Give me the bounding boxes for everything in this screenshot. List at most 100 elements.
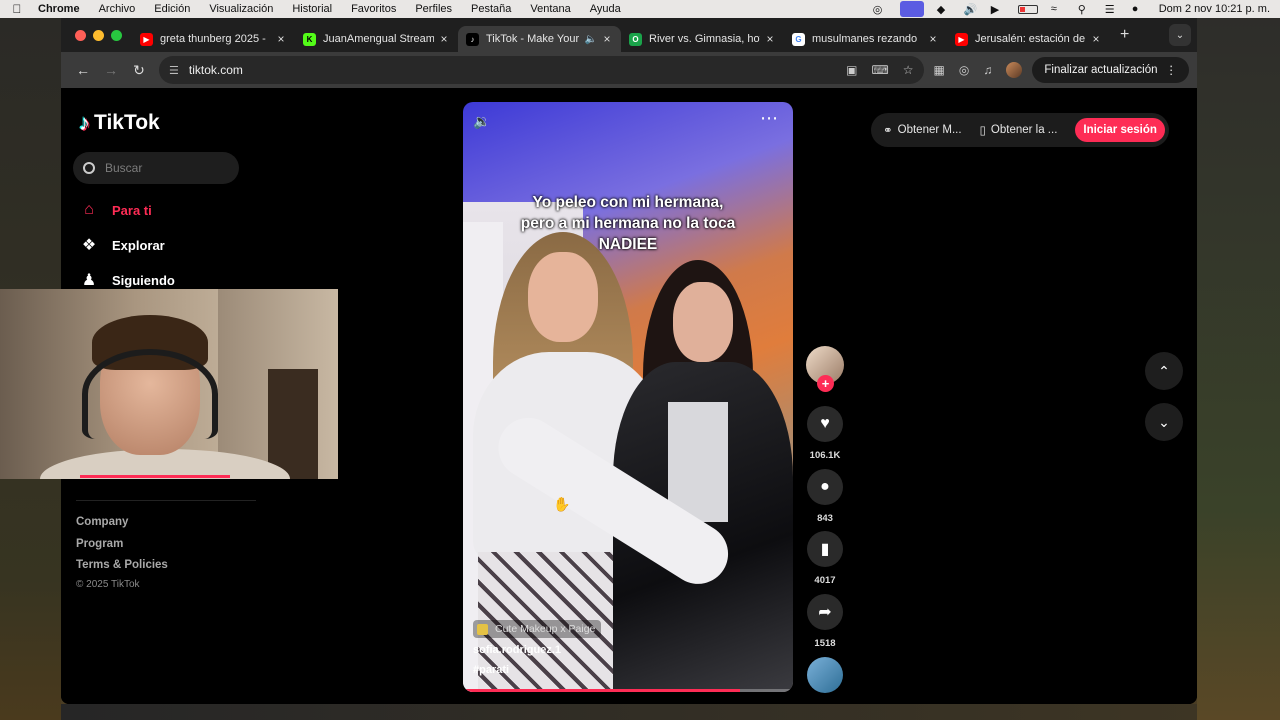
siri-icon[interactable]: ● [1132, 3, 1146, 15]
menu-visualizacion[interactable]: Visualización [209, 3, 273, 15]
video-author-username[interactable]: sofia.rodriguez.1 [473, 644, 561, 656]
get-mobile-app-button[interactable]: ▯ Obtener la ... [980, 123, 1058, 137]
menu-ayuda[interactable]: Ayuda [590, 3, 621, 15]
get-desktop-app-button[interactable]: ⚭ Obtener M... [883, 123, 962, 137]
play-icon[interactable]: ▶ [991, 3, 1005, 16]
tab-search-chevron-icon[interactable]: ⌄ [1169, 24, 1191, 46]
footer-company-link[interactable]: Company [76, 516, 128, 528]
music-disc-avatar[interactable] [807, 657, 843, 693]
more-options-icon[interactable]: ⋯ [760, 108, 779, 129]
reload-icon[interactable]: ↻ [125, 56, 153, 84]
caption-line-3: NADIEE [598, 236, 658, 253]
compass-icon: ❖ [81, 237, 97, 254]
media-controls-icon[interactable]: ♫ [983, 63, 992, 77]
menu-ventana[interactable]: Ventana [530, 3, 570, 15]
tab-river-vs-gimnasia[interactable]: O River vs. Gimnasia, hoy × [621, 26, 784, 52]
address-bar[interactable]: ☰ tiktok.com ▣ ⌨ ☆ [159, 56, 924, 84]
tiktok-logo[interactable]: ♪ TikTok [79, 110, 160, 136]
update-chrome-button[interactable]: Finalizar actualización ⋮ [1032, 57, 1189, 83]
tab-audio-icon[interactable]: 🔈 [585, 34, 597, 45]
control-center-icon[interactable]: ☰ [1105, 3, 1119, 16]
url-text[interactable]: tiktok.com [189, 63, 243, 77]
close-tab-icon[interactable]: × [438, 32, 450, 46]
tab-juanamengual-stream[interactable]: K JuanAmengual Stream × [295, 26, 458, 52]
volume-icon[interactable]: 🔉 [473, 113, 495, 131]
music-note-icon [477, 623, 488, 635]
kick-icon: K [303, 32, 316, 46]
spotlight-search-icon[interactable]: ⚲ [1078, 3, 1092, 16]
performance-icon[interactable]: ◎ [959, 63, 969, 77]
search-input[interactable]: Buscar [73, 152, 239, 184]
share-button[interactable]: ➦ [807, 594, 843, 630]
minimize-window-icon[interactable] [93, 29, 104, 41]
tab-greta-thunberg[interactable]: ▶ greta thunberg 2025 - × [132, 26, 295, 52]
video-caption-overlay: Yo peleo con mi hermana, pero a mi herma… [463, 192, 793, 255]
nav-explore[interactable]: ❖ Explorar [79, 235, 165, 255]
menu-pestana[interactable]: Pestaña [471, 3, 511, 15]
music-tag[interactable]: Cute Makeup x Paige [473, 620, 602, 638]
menu-perfiles[interactable]: Perfiles [415, 3, 452, 15]
profile-avatar[interactable] [1006, 62, 1023, 78]
nav-following[interactable]: ♟ Siguiendo [79, 270, 175, 290]
following-icon: ♟ [81, 272, 97, 289]
search-icon [83, 162, 95, 174]
new-tab-icon[interactable]: + [1120, 26, 1129, 44]
video-player[interactable]: Yo peleo con mi hermana, pero a mi herma… [463, 102, 793, 692]
translate-icon[interactable]: ⌨ [871, 63, 888, 77]
save-button[interactable]: ▮ [807, 531, 843, 567]
close-tab-icon[interactable]: × [764, 32, 776, 46]
maximize-window-icon[interactable] [111, 29, 122, 41]
follow-plus-icon[interactable]: + [817, 375, 834, 392]
like-button[interactable]: ♥ [807, 406, 843, 442]
footer-program-link[interactable]: Program [76, 538, 123, 550]
apple-menu-icon[interactable]:  [10, 2, 24, 16]
menu-favoritos[interactable]: Favoritos [351, 3, 396, 15]
menu-archivo[interactable]: Archivo [99, 3, 136, 15]
next-video-button[interactable]: ⌄ [1145, 403, 1183, 441]
menu-bar-clock[interactable]: Dom 2 nov 10:21 p. m. [1159, 3, 1270, 15]
headset-icon [82, 349, 218, 439]
save-count: 4017 [814, 575, 836, 586]
battery-icon[interactable] [1017, 4, 1038, 14]
close-tab-icon[interactable]: × [927, 32, 939, 46]
close-tab-icon[interactable]: × [601, 32, 613, 46]
chevron-down-icon: ⌄ [1158, 413, 1170, 430]
close-window-icon[interactable] [75, 29, 86, 41]
kebab-menu-icon[interactable]: ⋮ [1166, 63, 1178, 77]
menu-app-chrome[interactable]: Chrome [38, 3, 80, 15]
status-app-icon[interactable]: ◎ [873, 3, 887, 16]
tab-jerusalen[interactable]: ▶ Jerusalén: estación de × [947, 26, 1110, 52]
site-info-icon[interactable]: ☰ [169, 64, 179, 77]
bookmark-star-icon[interactable]: ☆ [903, 63, 914, 77]
video-progress-bar[interactable] [463, 689, 793, 692]
back-arrow-icon[interactable]: ← [69, 56, 97, 84]
tab-musulmanes-rezando[interactable]: G musulmanes rezando × [784, 26, 947, 52]
video-hashtag[interactable]: #parati [473, 664, 509, 676]
menu-edicion[interactable]: Edición [154, 3, 190, 15]
tiktok-note-icon: ♪ [79, 110, 90, 135]
comment-button[interactable]: ● [807, 469, 843, 505]
tiktok-icon: ♪ [466, 32, 479, 46]
music-title: Cute Makeup x Paige [495, 623, 596, 635]
wifi-icon[interactable]: ≈ [1051, 3, 1065, 15]
install-app-icon[interactable]: ▣ [846, 63, 857, 77]
tab-tiktok[interactable]: ♪ TikTok - Make Your 🔈 × [458, 26, 621, 52]
copyright-text: © 2025 TikTok [76, 579, 140, 590]
nav-for-you[interactable]: ⌂ Para ti [79, 200, 152, 220]
previous-video-button[interactable]: ⌃ [1145, 352, 1183, 390]
menu-historial[interactable]: Historial [292, 3, 332, 15]
macos-menu-bar:  Chrome Archivo Edición Visualización H… [0, 0, 1280, 18]
tab-title: JuanAmengual Stream [323, 33, 434, 45]
tab-title: greta thunberg 2025 - [160, 33, 266, 45]
close-tab-icon[interactable]: × [1090, 32, 1102, 46]
close-tab-icon[interactable]: × [275, 32, 287, 46]
login-button[interactable]: Iniciar sesión [1075, 118, 1165, 142]
extensions-puzzle-icon[interactable]: ▦ [934, 63, 945, 77]
dropbox-icon[interactable]: ◆ [937, 3, 951, 16]
volume-icon[interactable]: 🔊 [964, 3, 978, 16]
forward-arrow-icon[interactable]: → [97, 56, 125, 84]
hand-cursor-icon: ✋ [553, 496, 571, 512]
footer-terms-link[interactable]: Terms & Policies [76, 559, 168, 571]
phone-icon: ▯ [979, 125, 986, 137]
screen-share-icon[interactable] [899, 1, 924, 17]
